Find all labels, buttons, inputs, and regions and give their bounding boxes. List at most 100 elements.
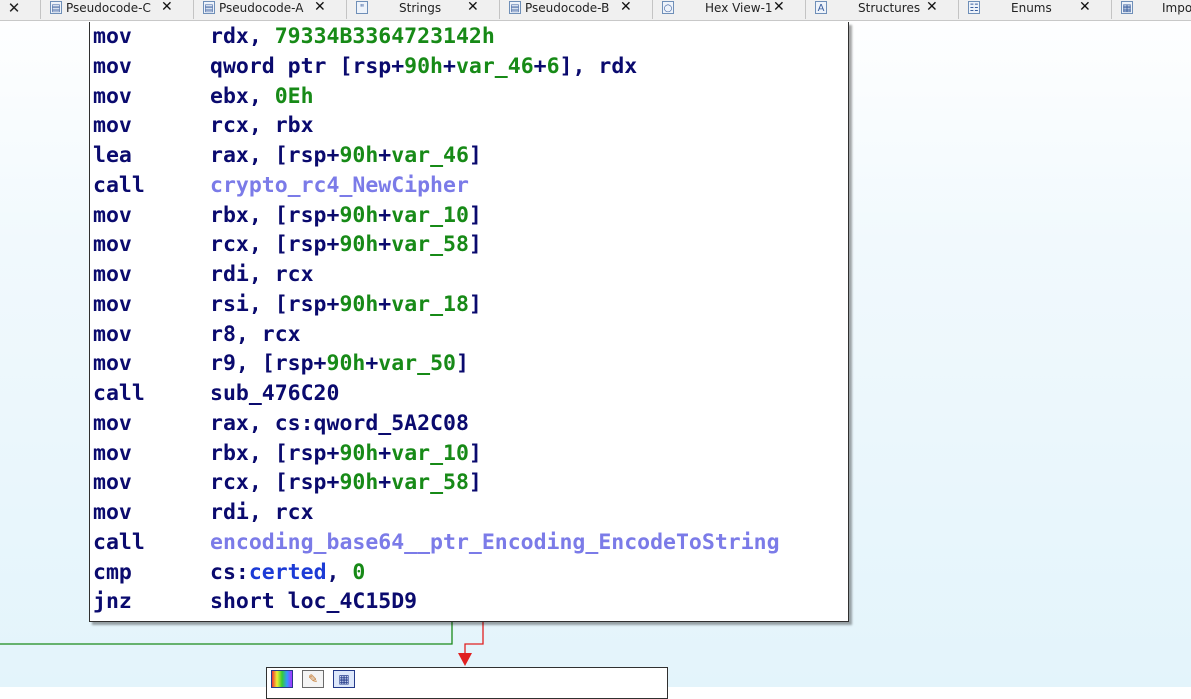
edge-false-branch — [464, 622, 484, 654]
asm-mnemonic: mov — [93, 410, 132, 436]
asm-mnemonic: call — [93, 172, 145, 198]
operand-text: + — [443, 53, 456, 79]
operand-text: rsi, [rsp+ — [210, 291, 340, 317]
operand-text: rcx, rbx — [210, 113, 314, 139]
operand-text: + — [378, 470, 392, 496]
operand-text: rax, [rsp+ — [210, 143, 340, 168]
asm-operands: rdi, rcx — [210, 498, 314, 528]
operand-text: + — [378, 232, 392, 258]
operand-text: cs: — [210, 559, 249, 585]
operand-var: var_58 — [391, 470, 469, 496]
asm-operands: rbx, [rsp+90h+var_10] — [210, 439, 482, 469]
operand-text: , — [326, 559, 353, 585]
asm-mnemonic: mov — [93, 291, 132, 317]
operand-num: 6 — [546, 53, 560, 79]
asm-mnemonic: mov — [93, 440, 132, 466]
asm-mnemonic: call — [93, 529, 145, 555]
asm-mnemonic: cmp — [93, 559, 132, 585]
graph-view-icon[interactable]: ▦ — [333, 670, 355, 688]
operand-text: rdi, rcx — [210, 262, 314, 287]
operand-text: ] — [468, 440, 482, 466]
asm-operands: cs:certed, 0 — [210, 558, 365, 588]
operand-text: rcx, [rsp+ — [210, 232, 340, 258]
function-name[interactable]: crypto_rc4_NewCipher — [210, 173, 469, 198]
asm-mnemonic: mov — [93, 53, 132, 79]
operand-var: var_50 — [378, 351, 456, 377]
operand-text: ], rdx — [559, 53, 638, 79]
asm-operands: qword ptr [rsp+90h+var_46+6], rdx — [210, 52, 637, 82]
operand-text: ] — [468, 291, 482, 317]
asm-mnemonic: mov — [93, 113, 132, 139]
operand-num: 90h — [339, 291, 379, 317]
asm-operands: r9, [rsp+90h+var_50] — [210, 349, 469, 379]
asm-operands: encoding_base64__ptr_Encoding_EncodeToSt… — [210, 528, 780, 558]
edit-node-icon[interactable]: ✎ — [302, 670, 324, 688]
asm-operands: sub_476C20 — [210, 379, 339, 409]
asm-mnemonic: call — [93, 381, 145, 406]
asm-operands: rdi, rcx — [210, 260, 314, 290]
operand-text: ] — [455, 351, 469, 377]
operand-text: rax, cs:qword_5A2C08 — [210, 410, 469, 436]
operand-text: rdi, rcx — [210, 500, 314, 525]
asm-mnemonic: mov — [93, 202, 132, 228]
asm-mnemonic: mov — [93, 470, 132, 496]
asm-operands: rax, cs:qword_5A2C08 — [210, 409, 469, 439]
asm-operands: crypto_rc4_NewCipher — [210, 171, 469, 201]
operand-num: 90h — [339, 470, 379, 496]
operand-text: short loc_4C15D9 — [210, 589, 418, 615]
asm-mnemonic: mov — [93, 500, 132, 525]
operand-text: + — [378, 291, 392, 317]
operand-var: var_46 — [391, 143, 469, 168]
operand-text: qword ptr [rsp+ — [210, 53, 405, 79]
asm-operands: r8, rcx — [210, 320, 301, 350]
asm-mnemonic: mov — [93, 24, 132, 49]
asm-operands: rbx, [rsp+90h+var_10] — [210, 201, 482, 231]
operand-num: 79334B3364723142h — [274, 24, 495, 49]
operand-num: 90h — [339, 232, 379, 258]
function-name[interactable]: encoding_base64__ptr_Encoding_EncodeToSt… — [210, 530, 780, 555]
operand-text: ] — [468, 202, 482, 228]
graph-node-basic-block[interactable]: mov rdx, 79334B3364723142h mov qword ptr [r… — [89, 22, 849, 622]
operand-var: var_10 — [391, 202, 469, 228]
graph-node-next-block[interactable]: ✎ ▦ — [266, 667, 668, 699]
operand-text: + — [378, 143, 392, 168]
operand-num: 0 — [352, 559, 366, 585]
operand-num: 90h — [404, 53, 444, 79]
operand-text: ] — [468, 470, 482, 496]
operand-text: rcx, [rsp+ — [210, 470, 340, 496]
operand-var: var_58 — [391, 232, 469, 258]
operand-text: + — [378, 440, 392, 466]
operand-text: ] — [468, 232, 482, 258]
operand-text: rdx, — [210, 24, 275, 49]
operand-var: var_18 — [391, 291, 469, 317]
edge-arrowhead — [458, 653, 472, 666]
operand-text: + — [365, 351, 379, 377]
operand-num: 90h — [326, 351, 366, 377]
operand-glob: certed — [248, 559, 327, 585]
operand-text: + — [378, 202, 392, 228]
asm-operands: ebx, 0Eh — [210, 82, 314, 112]
asm-mnemonic: mov — [93, 351, 132, 377]
operand-text: r9, [rsp+ — [210, 351, 327, 377]
operand-text: ebx, — [210, 83, 275, 109]
asm-mnemonic: mov — [93, 262, 132, 287]
color-palette-icon[interactable] — [271, 670, 293, 688]
operand-var: var_46 — [455, 53, 534, 79]
operand-num: 90h — [339, 202, 379, 228]
operand-text: sub_476C20 — [210, 381, 340, 406]
operand-text: rbx, [rsp+ — [210, 440, 340, 466]
asm-operands: rcx, [rsp+90h+var_58] — [210, 230, 482, 260]
asm-operands: rax, [rsp+90h+var_46] — [210, 141, 482, 171]
asm-operands: short loc_4C15D9 — [210, 587, 417, 617]
operand-num: 90h — [339, 440, 379, 466]
edge-true-branch — [0, 622, 453, 645]
asm-mnemonic: lea — [93, 143, 132, 168]
asm-operands: rcx, rbx — [210, 111, 314, 141]
operand-var: var_10 — [391, 440, 469, 466]
asm-mnemonic: mov — [93, 321, 132, 347]
asm-mnemonic: jnz — [93, 589, 132, 615]
asm-operands: rcx, [rsp+90h+var_58] — [210, 468, 482, 498]
operand-num: 90h — [339, 143, 379, 168]
asm-mnemonic: mov — [93, 232, 132, 258]
asm-mnemonic: mov — [93, 83, 132, 109]
